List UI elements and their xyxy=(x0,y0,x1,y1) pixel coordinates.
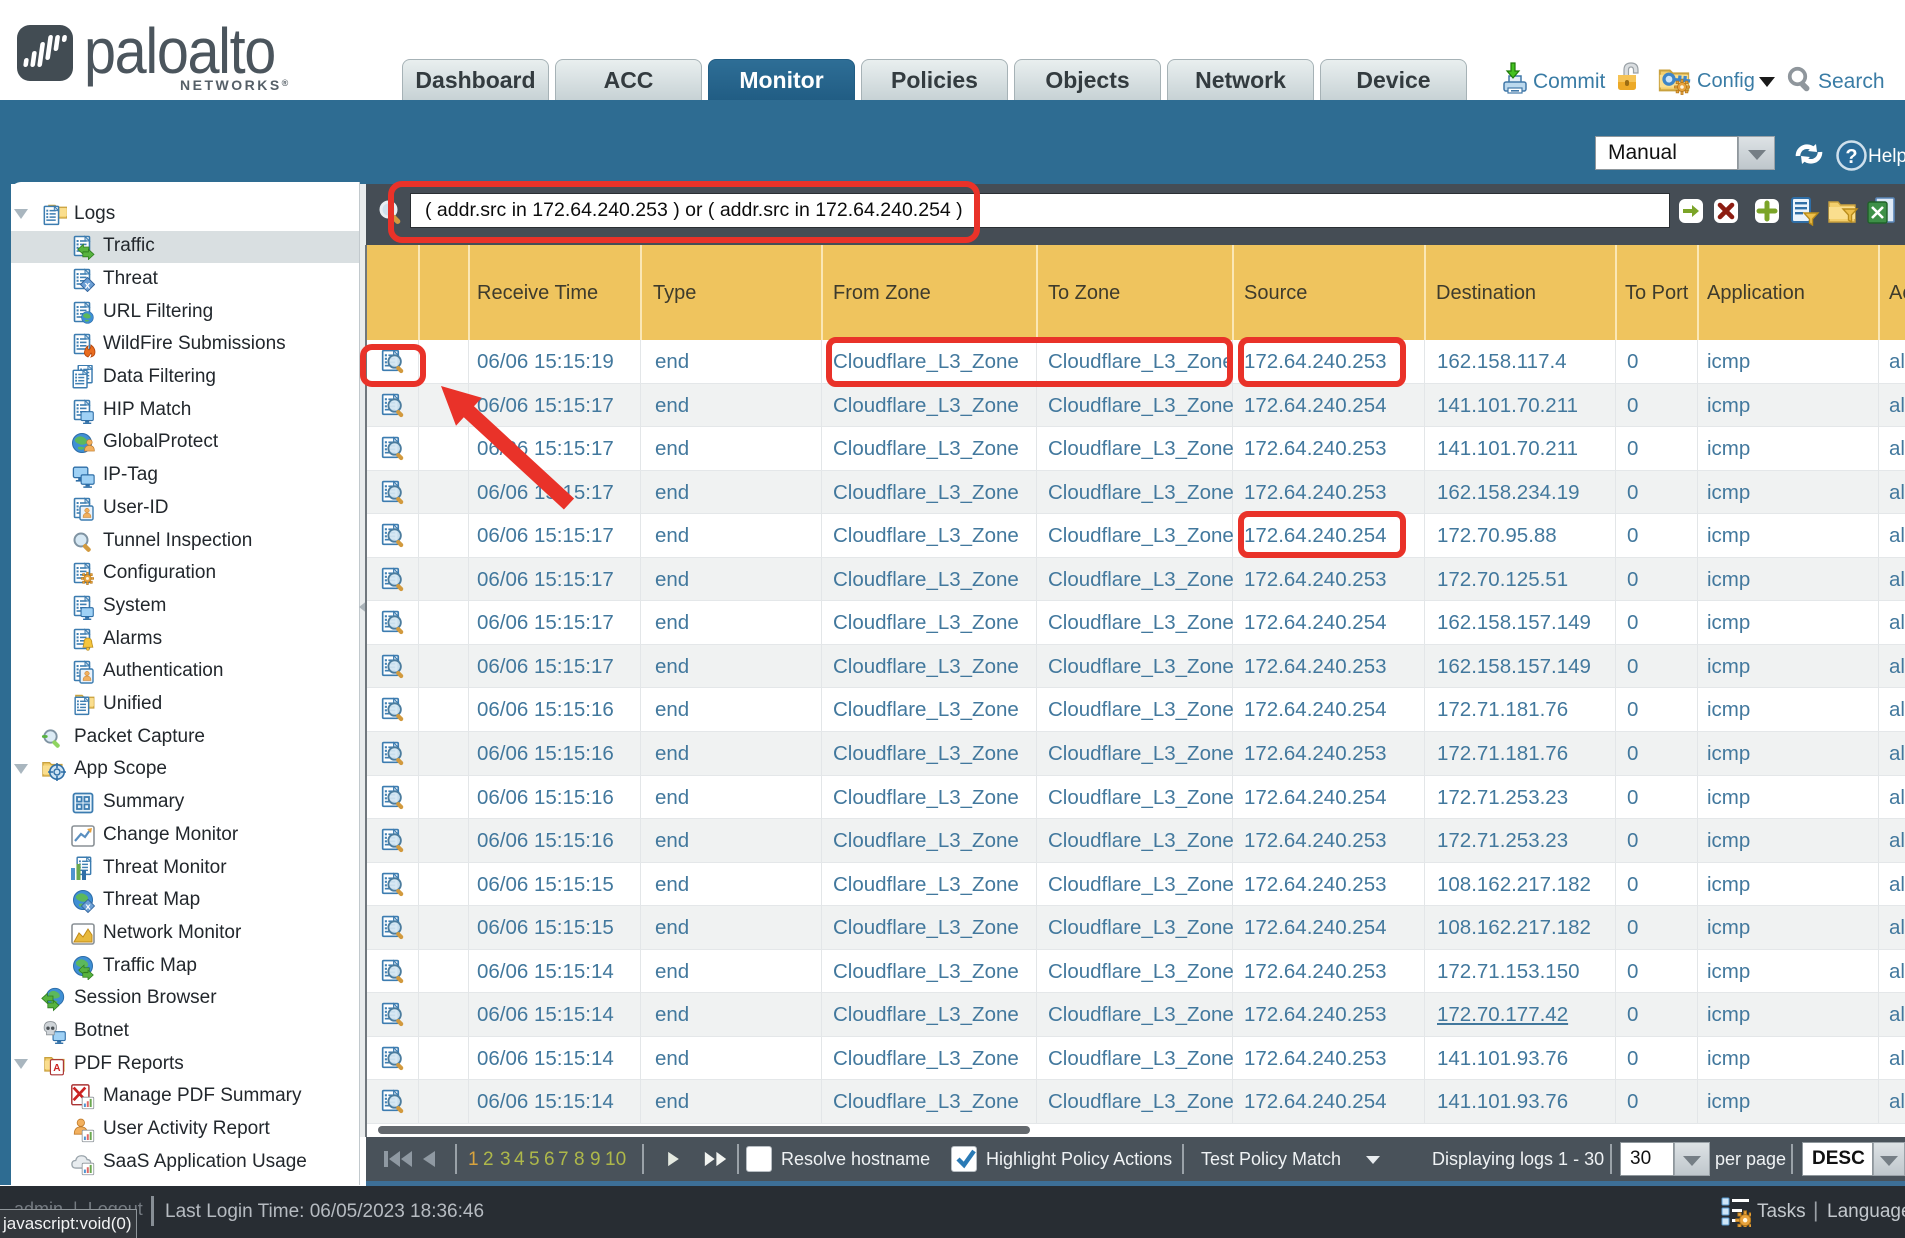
svg-text:?: ? xyxy=(1845,146,1857,168)
svg-text:A: A xyxy=(53,1063,61,1074)
